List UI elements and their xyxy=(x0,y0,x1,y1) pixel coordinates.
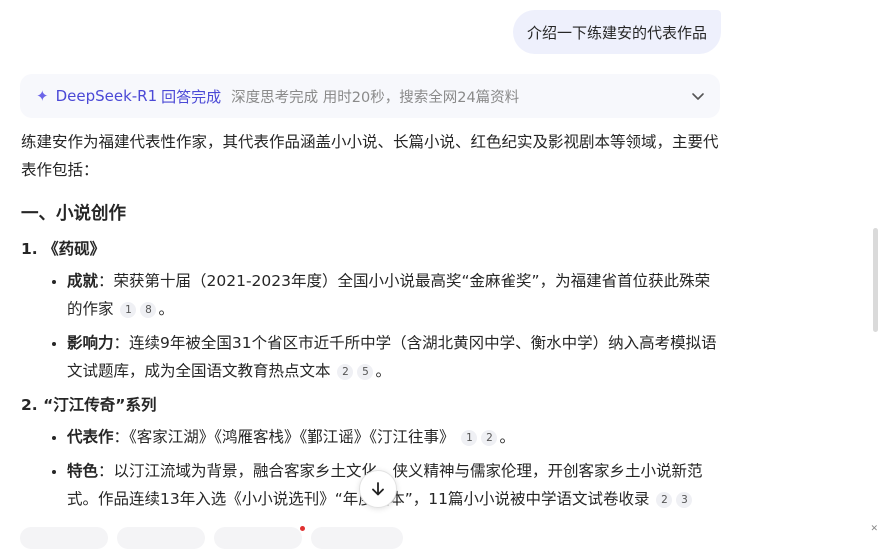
bullet-end: 。 xyxy=(499,428,515,446)
section-heading: 一、小说创作 xyxy=(21,204,126,224)
reasoning-summary-bar[interactable]: ✦ DeepSeek-R1 回答完成 深度思考完成 用时20秒，搜索全网24篇资… xyxy=(20,74,720,118)
user-message-text: 介绍一下练建安的代表作品 xyxy=(526,23,707,42)
scrollbar-thumb[interactable] xyxy=(873,228,878,332)
bullet-label: 成就 xyxy=(67,272,99,290)
bullet-end: 。 xyxy=(375,362,391,380)
bullet-end: 。 xyxy=(158,300,174,318)
reasoning-meta: 深度思考完成 用时20秒，搜索全网24篇资料 xyxy=(231,89,520,106)
action-chip[interactable] xyxy=(214,527,302,549)
citation-badge[interactable]: 5 xyxy=(357,364,374,380)
bullet-item: 影响力：连续9年被全国31个省区市近千所中学（含湖北黄冈中学、衡水中学）纳入高考… xyxy=(67,329,721,385)
citation-badge[interactable]: 1 xyxy=(461,430,478,446)
user-message-bubble: 介绍一下练建安的代表作品 xyxy=(512,10,721,54)
citation-badge[interactable]: 2 xyxy=(656,492,673,508)
bullet-label: 代表作 xyxy=(67,428,114,446)
sparkle-icon: ✦ xyxy=(36,87,49,105)
bullet-item: 成就：荣获第十届（2021-2023年度）全国小小说最高奖“金麻雀奖”，为福建省… xyxy=(67,267,721,323)
notification-dot xyxy=(300,526,305,531)
citation-badge[interactable]: 2 xyxy=(481,430,498,446)
arrow-down-icon xyxy=(372,482,384,496)
citation-badge[interactable]: 8 xyxy=(140,302,157,318)
list-item: 1. 《药砚》 xyxy=(21,235,721,263)
bullet-text: ：连续9年被全国31个省区市近千所中学（含湖北黄冈中学、衡水中学）纳入高考模拟语… xyxy=(67,334,717,380)
action-chip[interactable] xyxy=(311,527,403,549)
citation-badge[interactable]: 1 xyxy=(120,302,137,318)
answer-content: 练建安作为福建代表性作家，其代表作品涵盖小小说、长篇小说、红色纪实及影视剧本等领… xyxy=(21,128,721,519)
citation-badge[interactable]: 2 xyxy=(337,364,354,380)
citation-badge[interactable]: 3 xyxy=(676,492,693,508)
answer-status: 回答完成 xyxy=(161,87,222,106)
bullet-item: 代表作：《客家江湖》《鸿雁客栈》《鄞江谣》《汀江往事》 12。 xyxy=(67,423,721,451)
item-title: 1. 《药砚》 xyxy=(21,240,106,258)
action-chip[interactable] xyxy=(20,527,108,549)
item-title: 2. “汀江传奇”系列 xyxy=(21,396,157,414)
answer-intro: 练建安作为福建代表性作家，其代表作品涵盖小小说、长篇小说、红色纪实及影视剧本等领… xyxy=(21,133,719,179)
close-icon[interactable]: ✕ xyxy=(870,524,878,534)
scroll-to-bottom-button[interactable] xyxy=(359,470,397,508)
model-name: DeepSeek-R1 xyxy=(55,87,158,105)
chevron-down-icon[interactable] xyxy=(690,88,706,104)
bullet-label: 特色 xyxy=(67,462,99,480)
bullet-label: 影响力 xyxy=(67,334,114,352)
list-item: 2. “汀江传奇”系列 xyxy=(21,391,721,419)
action-chip[interactable] xyxy=(117,527,205,549)
bullet-text: ：《客家江湖》《鸿雁客栈》《鄞江谣》《汀江往事》 xyxy=(113,428,455,446)
bullet-list: 成就：荣获第十届（2021-2023年度）全国小小说最高奖“金麻雀奖”，为福建省… xyxy=(21,267,721,385)
